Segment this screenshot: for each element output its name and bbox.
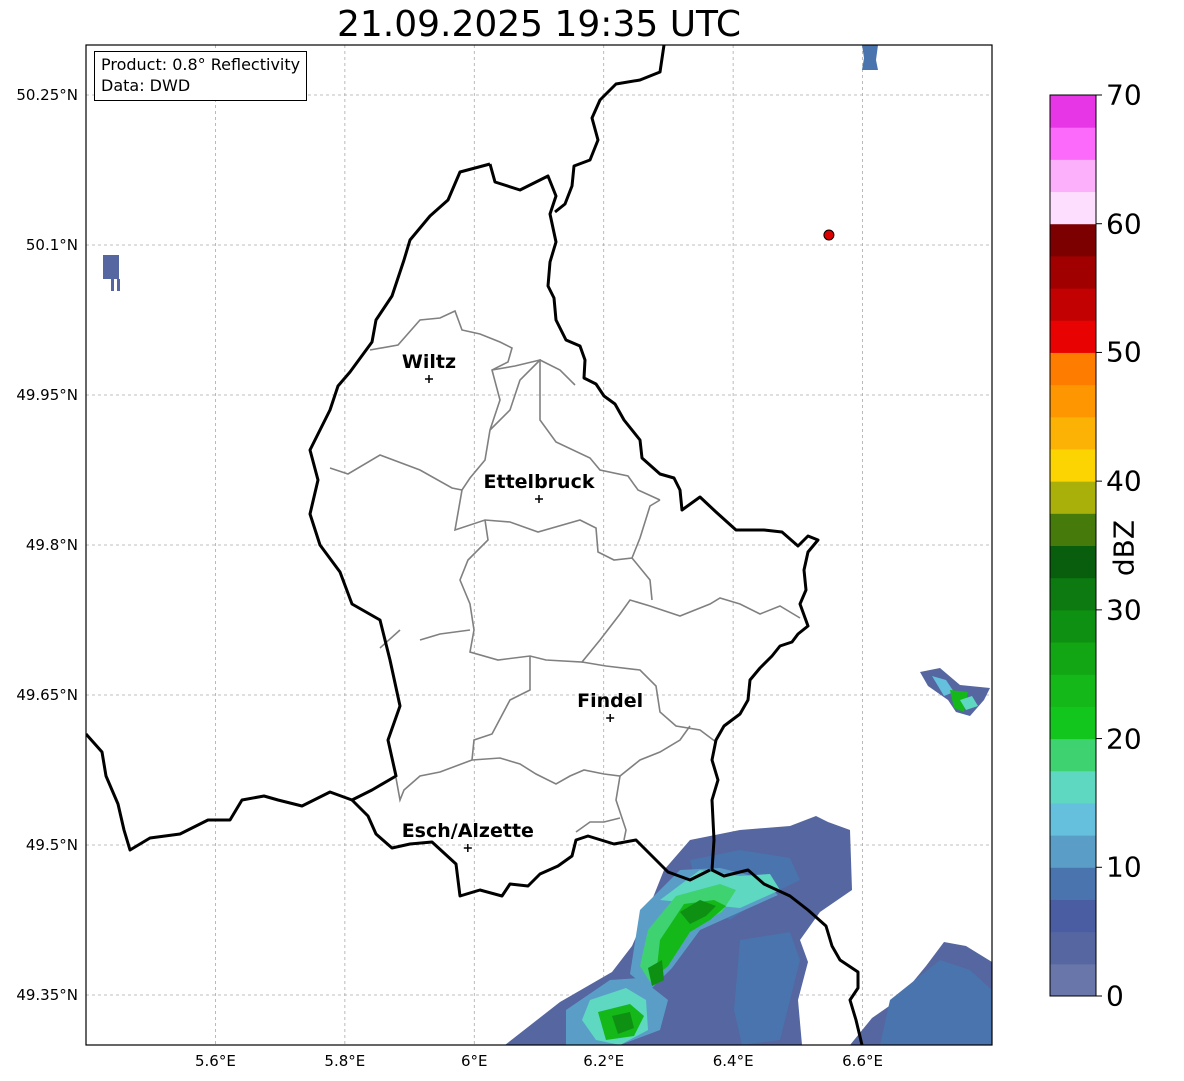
colorbar-segment [1050,545,1096,579]
city-label: Esch/Alzette [401,820,534,842]
colorbar-segment [1050,642,1096,675]
colorbar-segment [1050,577,1096,611]
echo-cell [103,255,119,279]
lat-tick-label: 49.5°N [25,836,78,854]
lat-tick-label: 49.8°N [25,536,78,554]
colorbar-segment [1050,609,1096,643]
lon-tick-label: 5.6°E [195,1052,236,1070]
colorbar-tick-label: 20 [1106,722,1142,756]
lon-tick-label: 6°E [461,1052,488,1070]
colorbar-segment [1050,320,1096,353]
lat-tick-label: 49.35°N [16,986,78,1004]
echo-cell [111,279,114,291]
lon-tick-label: 6.6°E [842,1052,883,1070]
city-marker [424,375,433,383]
echo-cell [117,279,120,291]
product-label: Product: 0.8° Reflectivity [101,55,301,74]
grid-lines [86,45,992,1045]
colorbar-label: dBZ [1107,519,1141,577]
lat-tick-label: 50.25°N [16,86,78,104]
colorbar-tick-label: 50 [1106,335,1142,369]
city-markers [424,375,615,852]
colorbar-segment [1050,255,1096,289]
colorbar-segment [1050,931,1096,965]
lon-tick-label: 6.2°E [583,1052,625,1070]
colorbar-segment [1050,513,1096,546]
city-marker [606,714,615,722]
canton-borders [329,309,801,841]
lat-tick-label: 49.95°N [16,386,78,404]
colorbar [1049,94,1102,997]
colorbar-segment [1050,159,1096,193]
colorbar-segment [1050,191,1096,225]
colorbar-segment [1050,835,1096,868]
colorbar-segment [1050,223,1096,257]
colorbar-segment [1050,802,1096,836]
colorbar-segment [1050,95,1096,128]
colorbar-tick-label: 70 [1106,78,1142,112]
colorbar-tick-label: 0 [1106,979,1124,1013]
colorbar-segment [1050,674,1096,707]
colorbar-segment [1050,738,1096,772]
lon-tick-label: 6.4°E [712,1052,754,1070]
colorbar-segment [1050,448,1096,482]
city-marker [535,495,543,503]
city-label: Findel [577,690,644,712]
radar-site-marker [823,229,835,241]
colorbar-tick-label: 30 [1106,593,1142,627]
colorbar-segment [1050,416,1096,450]
colorbar-segment [1050,481,1096,514]
colorbar-segment [1050,352,1096,386]
data-source-label: Data: DWD [101,76,191,95]
radar-map[interactable] [0,0,1184,1081]
city-label: Ettelbruck [483,471,595,493]
colorbar-segment [1050,899,1096,933]
colorbar-segment [1050,706,1096,740]
echo-cell [862,45,878,70]
lon-tick-label: 5.8°E [324,1052,366,1070]
colorbar-segment [1050,384,1096,418]
lat-tick-label: 49.65°N [16,686,78,704]
colorbar-tick-label: 40 [1106,464,1142,498]
colorbar-segment [1050,288,1096,321]
colorbar-segment [1050,127,1096,160]
colorbar-segment [1050,867,1096,900]
city-label: Wiltz [401,351,457,373]
colorbar-tick-label: 10 [1106,850,1142,884]
colorbar-tick-label: 60 [1106,207,1142,241]
product-info-box: Product: 0.8° Reflectivity Data: DWD [94,51,308,101]
colorbar-segment [1050,963,1096,997]
colorbar-segment [1050,770,1096,804]
lat-tick-label: 50.1°N [25,236,78,254]
